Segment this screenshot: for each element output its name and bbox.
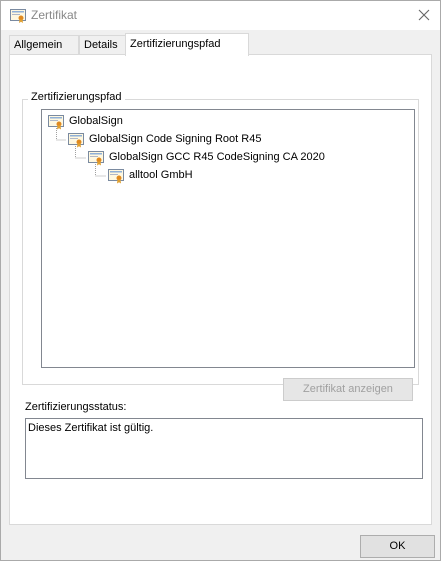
tab-allgemein[interactable]: Allgemein — [9, 35, 79, 54]
ok-button[interactable]: OK — [360, 535, 435, 558]
tab-details[interactable]: Details — [79, 35, 126, 54]
tab-bar: Allgemein Details Zertifizierungspfad — [9, 33, 432, 56]
tab-label: Details — [84, 39, 118, 51]
certificate-icon — [10, 9, 26, 23]
certificate-icon — [108, 169, 124, 184]
certificate-dialog: Zertifikat Allgemein Details Zertifizier… — [0, 0, 441, 561]
certificate-icon — [88, 151, 104, 166]
tab-label: Allgemein — [14, 39, 63, 51]
tree-item-label: alltool GmbH — [129, 169, 193, 181]
status-text: Dieses Zertifikat ist gültig. — [28, 422, 154, 434]
certificate-path-tree[interactable]: GlobalSign GlobalSign Code Signing Root … — [41, 109, 415, 368]
close-icon[interactable] — [414, 5, 434, 25]
certificate-icon — [48, 115, 64, 130]
tab-label: Zertifizierungspfad — [130, 38, 221, 50]
tab-zertifizierungspfad[interactable]: Zertifizierungspfad — [125, 33, 249, 56]
tree-item-label: GlobalSign — [69, 115, 123, 127]
tree-item-label: GlobalSign GCC R45 CodeSigning CA 2020 — [109, 151, 325, 163]
window-title: Zertifikat — [31, 8, 78, 22]
certificate-icon — [68, 133, 84, 148]
tree-item-label: GlobalSign Code Signing Root R45 — [89, 133, 262, 145]
view-certificate-button[interactable]: Zertifikat anzeigen — [283, 378, 413, 401]
path-group-label: Zertifizierungspfad — [28, 91, 125, 103]
status-label: Zertifizierungsstatus: — [25, 401, 127, 413]
title-bar: Zertifikat — [1, 1, 440, 30]
status-textbox[interactable]: Dieses Zertifikat ist gültig. — [25, 418, 423, 479]
